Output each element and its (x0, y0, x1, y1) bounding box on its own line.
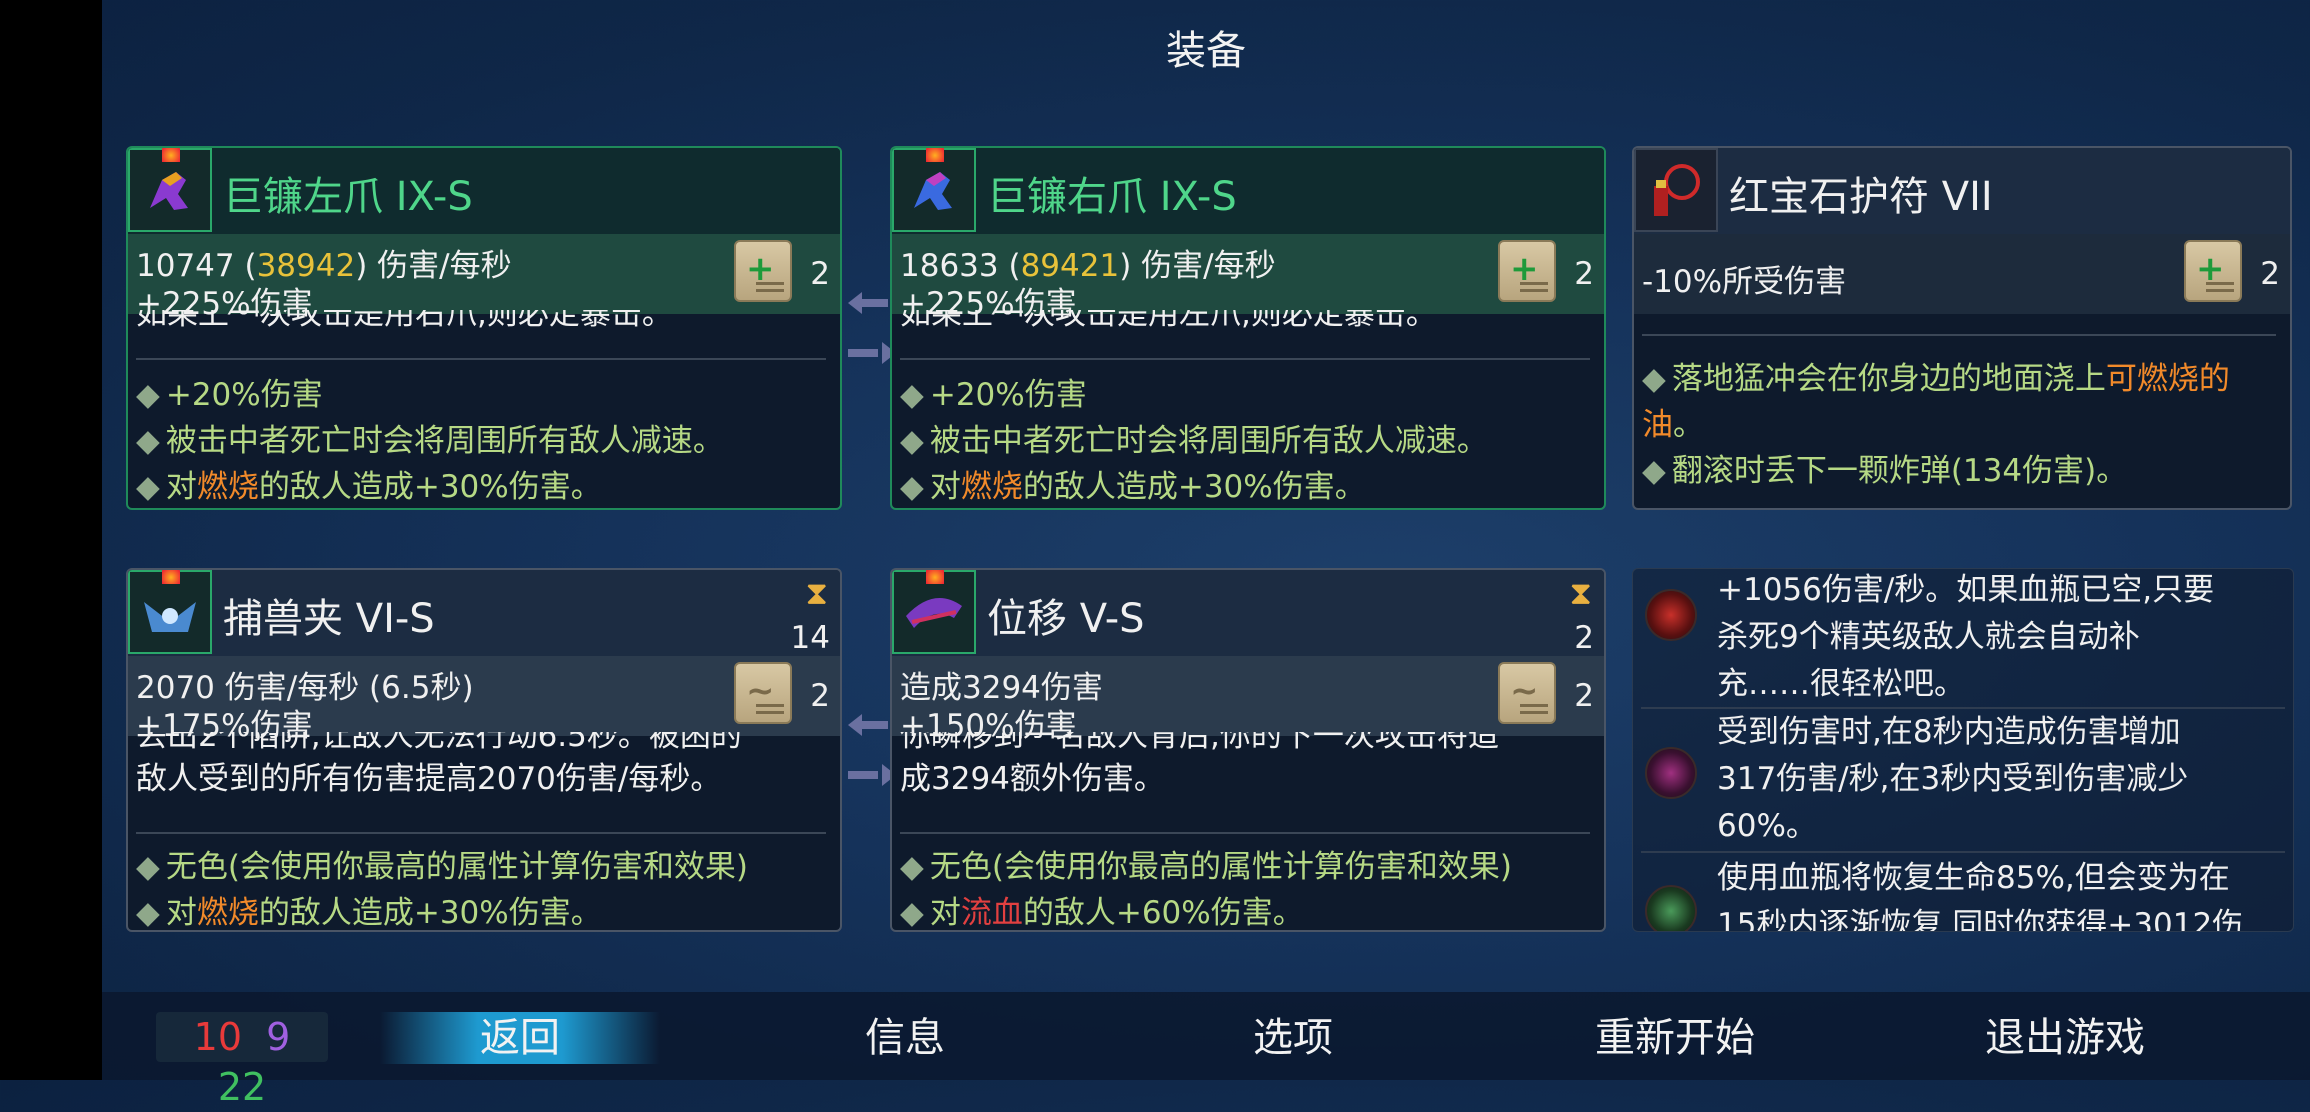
right-claw-icon (892, 148, 976, 232)
stats-chip: 10 9 22 (156, 1012, 328, 1109)
vengeance-mutation-icon (1645, 747, 1697, 799)
swap-arrow-left-icon (848, 714, 888, 736)
hourglass-icon: ⧗ (805, 574, 828, 612)
weapon-stats: 10747 (38942) 伤害/每秒 +225%伤害 + 2 (128, 234, 840, 322)
back-button[interactable]: 返回 (380, 1012, 660, 1064)
blood-flask-mutation-icon (1645, 589, 1697, 641)
survival-stat: 22 (217, 1065, 267, 1109)
perk-line: ◆ 被击中者死亡时会将周围所有敌人减速。 (900, 423, 1488, 459)
perk-line: ◆ 翻滚时丢下一颗炸弹(134伤害)。 (1642, 453, 2128, 489)
cooldown-count: 2 (1574, 620, 1594, 656)
swap-arrow-right-icon (848, 764, 896, 786)
mutation-item[interactable]: +1056伤害/秒。如果血瓶已空,只要 杀死9个精英级敌人就会自动补 充……很轻… (1633, 569, 2293, 709)
scroll-icon: + (734, 240, 792, 302)
mutations-list[interactable]: +1056伤害/秒。如果血瓶已空,只要 杀死9个精英级敌人就会自动补 充……很轻… (1632, 568, 2294, 932)
skill-stats: 2070 伤害/每秒 (6.5秒) +175%伤害 ~ 2 (128, 656, 840, 744)
weapon-name: 巨镰左爪 IX-S (223, 174, 473, 220)
skill-description: 成3294额外伤害。 (900, 761, 1165, 797)
phaser-icon (892, 570, 976, 654)
weapon-card-right[interactable]: 巨镰右爪 IX-S 18633 (89421) 伤害/每秒 +225%伤害 + … (890, 146, 1606, 510)
amulet-stat-line: -10%所受伤害 (1642, 264, 1847, 300)
mutation-item[interactable]: 使用血瓶将恢复生命85%,但会变为在 15秒内逐渐恢复,同时你获得+3012伤 (1633, 855, 2293, 931)
skill-card-right[interactable]: 位移 V-S ⧗ 2 造成3294伤害 +150%伤害 ~ 2 你瞬移到一名敌人… (890, 568, 1606, 932)
perk-line: ◆ 对燃烧的敌人造成+30%伤害。 (136, 469, 602, 505)
page-title: 装备 (1166, 28, 1246, 74)
perk-line: ◆ 无色(会使用你最高的属性计算伤害和效果) (136, 849, 749, 885)
weapon-name: 巨镰右爪 IX-S (987, 174, 1237, 220)
weapon-card-left[interactable]: 巨镰左爪 IX-S 10747 (38942) 伤害/每秒 +225%伤害 + … (126, 146, 842, 510)
scroll-count: 2 (1574, 678, 1594, 714)
restart-button[interactable]: 重新开始 (1560, 1012, 1790, 1064)
quit-game-button[interactable]: 退出游戏 (1950, 1012, 2180, 1064)
amulet-name: 红宝石护符 VII (1729, 174, 1993, 220)
mutation-item[interactable]: 受到伤害时,在8秒内造成伤害增加 317伤害/秒,在3秒内受到伤害减少 60%。 (1633, 711, 2293, 853)
scroll-count: 2 (1574, 256, 1594, 292)
perk-line: ◆ 对燃烧的敌人造成+30%伤害。 (900, 469, 1366, 505)
amulet-stats: -10%所受伤害 + 2 (1634, 234, 2290, 314)
perk-line: ◆ 落地猛冲会在你身边的地面浇上可燃烧的油。 (1642, 361, 2230, 443)
perk-line: ◆ 对流血的敌人+60%伤害。 (900, 895, 1304, 931)
amulet-card[interactable]: 红宝石护符 VII -10%所受伤害 + 2 ◆ 落地猛冲会在你身边的地面浇上可燃… (1632, 146, 2292, 510)
left-claw-icon (128, 148, 212, 232)
hourglass-icon: ⧗ (1569, 574, 1592, 612)
skill-name: 位移 V-S (987, 596, 1145, 642)
brutality-stat: 10 (193, 1015, 243, 1059)
cooldown-count: 14 (790, 620, 830, 656)
recovery-mutation-icon (1645, 885, 1697, 931)
card-header: 巨镰左爪 IX-S (128, 148, 840, 234)
card-header: 捕兽夹 VI-S ⧗ 14 (128, 570, 840, 656)
info-button[interactable]: 信息 (800, 1012, 1010, 1064)
perk-line: ◆ 无色(会使用你最高的属性计算伤害和效果) (900, 849, 1513, 885)
options-button[interactable]: 选项 (1188, 1012, 1398, 1064)
swap-arrow-left-icon (848, 292, 888, 314)
skill-card-left[interactable]: 捕兽夹 VI-S ⧗ 14 2070 伤害/每秒 (6.5秒) +175%伤害 … (126, 568, 842, 932)
skill-name: 捕兽夹 VI-S (223, 596, 435, 642)
weapon-description: 如果上一次攻击是用右爪,则必定暴击。 (136, 310, 673, 332)
perk-line: ◆ +20%伤害 (136, 377, 323, 413)
card-header: 红宝石护符 VII (1634, 148, 2290, 234)
scroll-count: 2 (810, 256, 830, 292)
scroll-count: 2 (2260, 256, 2280, 292)
scroll-icon: + (1498, 240, 1556, 302)
scroll-icon: + (2184, 240, 2242, 302)
ruby-amulet-icon (1634, 148, 1718, 232)
swap-arrow-right-icon (848, 342, 896, 364)
left-black-bar (0, 0, 102, 1080)
perk-line: ◆ 对燃烧的敌人造成+30%伤害。 (136, 895, 602, 931)
skill-stats: 造成3294伤害 +150%伤害 ~ 2 (892, 656, 1604, 744)
weapon-stats: 18633 (89421) 伤害/每秒 +225%伤害 + 2 (892, 234, 1604, 322)
wolf-trap-icon (128, 570, 212, 654)
card-header: 位移 V-S ⧗ 2 (892, 570, 1604, 656)
card-header: 巨镰右爪 IX-S (892, 148, 1604, 234)
scroll-icon: ~ (734, 662, 792, 724)
weapon-description: 如果上一次攻击是用左爪,则必定暴击。 (900, 310, 1437, 332)
perk-line: ◆ +20%伤害 (900, 377, 1087, 413)
scroll-count: 2 (810, 678, 830, 714)
perk-line: ◆ 被击中者死亡时会将周围所有敌人减速。 (136, 423, 724, 459)
scroll-icon: ~ (1498, 662, 1556, 724)
skill-description: 敌人受到的所有伤害提高2070伤害/每秒。 (136, 761, 722, 797)
tactics-stat: 9 (266, 1015, 291, 1059)
